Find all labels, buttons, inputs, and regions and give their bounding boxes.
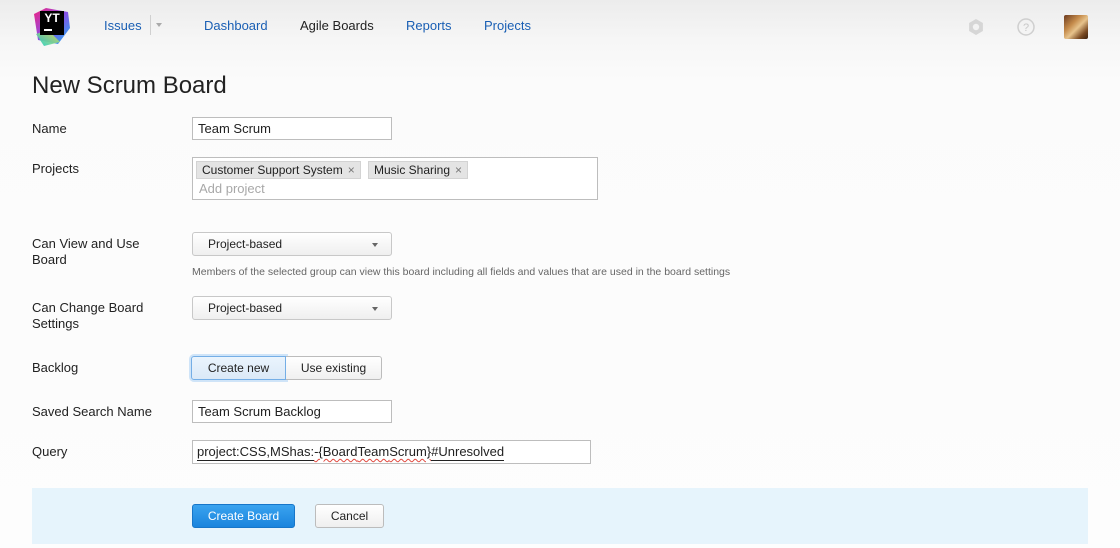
- query-token: -{Board: [314, 444, 358, 459]
- nav-reports[interactable]: Reports: [406, 18, 452, 33]
- add-project-input[interactable]: Add project: [199, 181, 265, 196]
- svg-text:?: ?: [1023, 22, 1029, 34]
- saved-search-label: Saved Search Name: [32, 404, 152, 419]
- saved-search-input[interactable]: Team Scrum Backlog: [192, 400, 392, 423]
- name-input[interactable]: Team Scrum: [192, 117, 392, 140]
- nav-projects[interactable]: Projects: [484, 18, 531, 33]
- query-token: Team: [357, 444, 390, 459]
- logo-text: YT: [44, 11, 60, 25]
- form-footer: Create Board Cancel: [32, 488, 1088, 544]
- chevron-down-icon: [372, 307, 378, 311]
- query-token: project:: [197, 444, 240, 461]
- project-tag: Music Sharing ×: [368, 161, 469, 179]
- help-icon[interactable]: ?: [1016, 17, 1036, 37]
- create-board-button[interactable]: Create Board: [192, 504, 295, 528]
- can-change-label: Can Change Board Settings: [32, 300, 144, 331]
- projects-field[interactable]: Customer Support System × Music Sharing × …: [192, 157, 598, 200]
- project-tag-label: Music Sharing: [374, 163, 451, 177]
- nav-divider: [150, 15, 151, 35]
- settings-icon[interactable]: [966, 17, 986, 37]
- chevron-down-icon: [372, 243, 378, 247]
- remove-tag-icon[interactable]: ×: [348, 163, 355, 177]
- query-token: has:: [289, 444, 315, 461]
- can-change-value: Project-based: [208, 301, 283, 315]
- projects-label: Projects: [32, 161, 79, 176]
- query-token: CSS,: [239, 444, 270, 461]
- project-tag-label: Customer Support System: [202, 163, 343, 177]
- can-view-select[interactable]: Project-based: [192, 232, 392, 256]
- page-title: New Scrum Board: [32, 72, 227, 99]
- backlog-label: Backlog: [32, 360, 79, 375]
- can-view-value: Project-based: [208, 237, 283, 251]
- logo-bar: [44, 29, 52, 31]
- project-tag: Customer Support System ×: [196, 161, 361, 179]
- nav-dashboard[interactable]: Dashboard: [204, 18, 268, 33]
- query-token: #Unresolved: [431, 444, 505, 461]
- query-text: project: CSS, MS has: -{Board Team Scrum…: [197, 441, 505, 463]
- backlog-use-existing-button[interactable]: Use existing: [286, 356, 382, 380]
- cancel-button[interactable]: Cancel: [315, 504, 384, 528]
- query-input[interactable]: project: CSS, MS has: -{Board Team Scrum…: [192, 440, 591, 464]
- nav-agile-boards[interactable]: Agile Boards: [300, 18, 374, 33]
- backlog-create-new-button[interactable]: Create new: [191, 356, 286, 380]
- user-avatar[interactable]: [1064, 15, 1088, 39]
- query-token: Scrum}: [389, 444, 432, 459]
- can-change-select[interactable]: Project-based: [192, 296, 392, 320]
- can-view-label: Can View and Use Board: [32, 236, 140, 267]
- nav-issues[interactable]: Issues: [104, 18, 142, 33]
- query-token: MS: [269, 444, 290, 461]
- remove-tag-icon[interactable]: ×: [455, 163, 462, 177]
- query-label: Query: [32, 444, 68, 459]
- logo-mark: YT: [40, 11, 64, 35]
- can-view-hint: Members of the selected group can view t…: [192, 266, 731, 278]
- top-navigation: YT Issues Dashboard Agile Boards Reports…: [0, 0, 1120, 56]
- youtrack-logo[interactable]: YT: [32, 6, 72, 46]
- name-label: Name: [32, 121, 67, 136]
- issues-dropdown-caret-icon[interactable]: [156, 23, 162, 27]
